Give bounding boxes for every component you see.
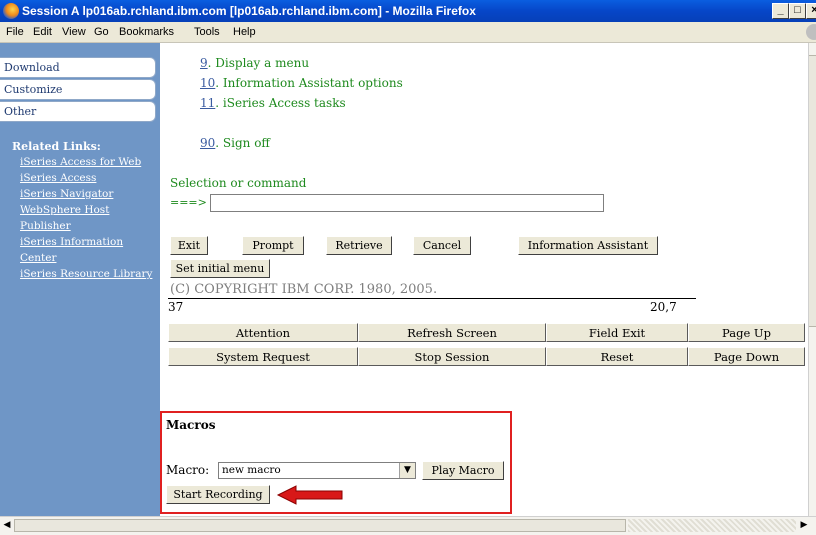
menu-file[interactable]: File bbox=[6, 26, 24, 38]
option-number[interactable]: 10 bbox=[200, 76, 215, 90]
link-websphere-host[interactable]: WebSphere Host bbox=[20, 204, 109, 216]
window-titlebar: Session A lp016ab.rchland.ibm.com [lp016… bbox=[0, 0, 816, 22]
link-iseries-access[interactable]: iSeries Access bbox=[20, 172, 96, 184]
minimize-icon[interactable]: _ bbox=[772, 3, 789, 19]
macros-heading: Macros bbox=[166, 418, 216, 432]
vertical-scroll-thumb[interactable] bbox=[809, 55, 816, 327]
option-text: . Information Assistant options bbox=[215, 76, 403, 90]
link-iseries-navigator[interactable]: iSeries Navigator bbox=[20, 188, 113, 200]
option-number[interactable]: 9 bbox=[200, 56, 208, 70]
macros-panel: Macros Macro: new macro ▼ Play Macro Sta… bbox=[160, 411, 512, 514]
status-divider bbox=[168, 298, 696, 299]
menu-option: 11. iSeries Access tasks bbox=[200, 96, 346, 110]
menu-option: 9. Display a menu bbox=[200, 56, 309, 70]
related-links-heading: Related Links: bbox=[12, 140, 101, 153]
horizontal-scrollbar[interactable]: ◀ ▶ bbox=[0, 516, 816, 535]
nav-other[interactable]: Other bbox=[0, 101, 156, 122]
cancel-button[interactable]: Cancel bbox=[413, 236, 471, 255]
close-icon[interactable]: × bbox=[806, 3, 816, 19]
menu-edit[interactable]: Edit bbox=[33, 26, 52, 38]
horizontal-scroll-thumb[interactable] bbox=[14, 519, 626, 532]
menu-option: 90. Sign off bbox=[200, 136, 270, 150]
scroll-left-icon[interactable]: ◀ bbox=[1, 519, 13, 532]
system-request-button[interactable]: System Request bbox=[168, 347, 358, 366]
option-text: . Sign off bbox=[215, 136, 270, 150]
window-title: Session A lp016ab.rchland.ibm.com [lp016… bbox=[22, 4, 476, 18]
set-initial-menu-button[interactable]: Set initial menu bbox=[170, 259, 270, 278]
stop-session-button[interactable]: Stop Session bbox=[358, 347, 546, 366]
link-iseries-resource-library[interactable]: iSeries Resource Library bbox=[20, 268, 152, 280]
page-up-button[interactable]: Page Up bbox=[688, 323, 805, 342]
option-number[interactable]: 11 bbox=[200, 96, 215, 110]
sidebar: Download Customize Other Related Links: … bbox=[0, 43, 160, 516]
main-panel: 9. Display a menu 10. Information Assist… bbox=[160, 43, 808, 516]
menu-bookmarks[interactable]: Bookmarks bbox=[119, 26, 174, 38]
menu-tools[interactable]: Tools bbox=[194, 26, 220, 38]
scroll-track[interactable] bbox=[628, 519, 796, 532]
command-input[interactable] bbox=[210, 194, 604, 212]
attention-button[interactable]: Attention bbox=[168, 323, 358, 342]
menu-bar: File Edit View Go Bookmarks Tools Help bbox=[0, 22, 816, 43]
play-macro-button[interactable]: Play Macro bbox=[422, 461, 504, 480]
refresh-screen-button[interactable]: Refresh Screen bbox=[358, 323, 546, 342]
retrieve-button[interactable]: Retrieve bbox=[326, 236, 392, 255]
chevron-down-icon[interactable]: ▼ bbox=[399, 463, 415, 478]
copyright-text: (C) COPYRIGHT IBM CORP. 1980, 2005. bbox=[170, 282, 438, 297]
firefox-icon bbox=[3, 3, 19, 19]
reset-button[interactable]: Reset bbox=[546, 347, 688, 366]
command-label: Selection or command bbox=[170, 176, 307, 190]
option-text: . Display a menu bbox=[207, 56, 310, 70]
menu-go[interactable]: Go bbox=[94, 26, 109, 38]
command-arrow: ===> bbox=[170, 196, 207, 209]
throbber-icon bbox=[806, 24, 816, 40]
status-cursor: 20,7 bbox=[650, 300, 677, 314]
nav-customize[interactable]: Customize bbox=[0, 79, 156, 100]
vertical-scrollbar[interactable] bbox=[808, 43, 816, 516]
link-center[interactable]: Center bbox=[20, 252, 56, 264]
menu-view[interactable]: View bbox=[62, 26, 86, 38]
macro-select[interactable]: new macro ▼ bbox=[218, 462, 416, 479]
option-text: . iSeries Access tasks bbox=[215, 96, 346, 110]
field-exit-button[interactable]: Field Exit bbox=[546, 323, 688, 342]
link-iseries-access-for-web[interactable]: iSeries Access for Web bbox=[20, 156, 141, 168]
menu-help[interactable]: Help bbox=[233, 26, 256, 38]
exit-button[interactable]: Exit bbox=[170, 236, 208, 255]
page-down-button[interactable]: Page Down bbox=[688, 347, 805, 366]
scroll-right-icon[interactable]: ▶ bbox=[798, 519, 810, 532]
macro-label: Macro: bbox=[166, 463, 210, 477]
option-number[interactable]: 90 bbox=[200, 136, 215, 150]
maximize-icon[interactable]: □ bbox=[789, 3, 806, 19]
status-position: 37 bbox=[168, 300, 184, 314]
menu-option: 10. Information Assistant options bbox=[200, 76, 403, 90]
information-assistant-button[interactable]: Information Assistant bbox=[518, 236, 658, 255]
start-recording-button[interactable]: Start Recording bbox=[166, 485, 270, 504]
macro-select-value: new macro bbox=[222, 464, 281, 476]
link-publisher[interactable]: Publisher bbox=[20, 220, 71, 232]
link-iseries-information[interactable]: iSeries Information bbox=[20, 236, 123, 248]
nav-download[interactable]: Download bbox=[0, 57, 156, 78]
prompt-button[interactable]: Prompt bbox=[242, 236, 304, 255]
arrow-left-icon bbox=[276, 485, 343, 505]
